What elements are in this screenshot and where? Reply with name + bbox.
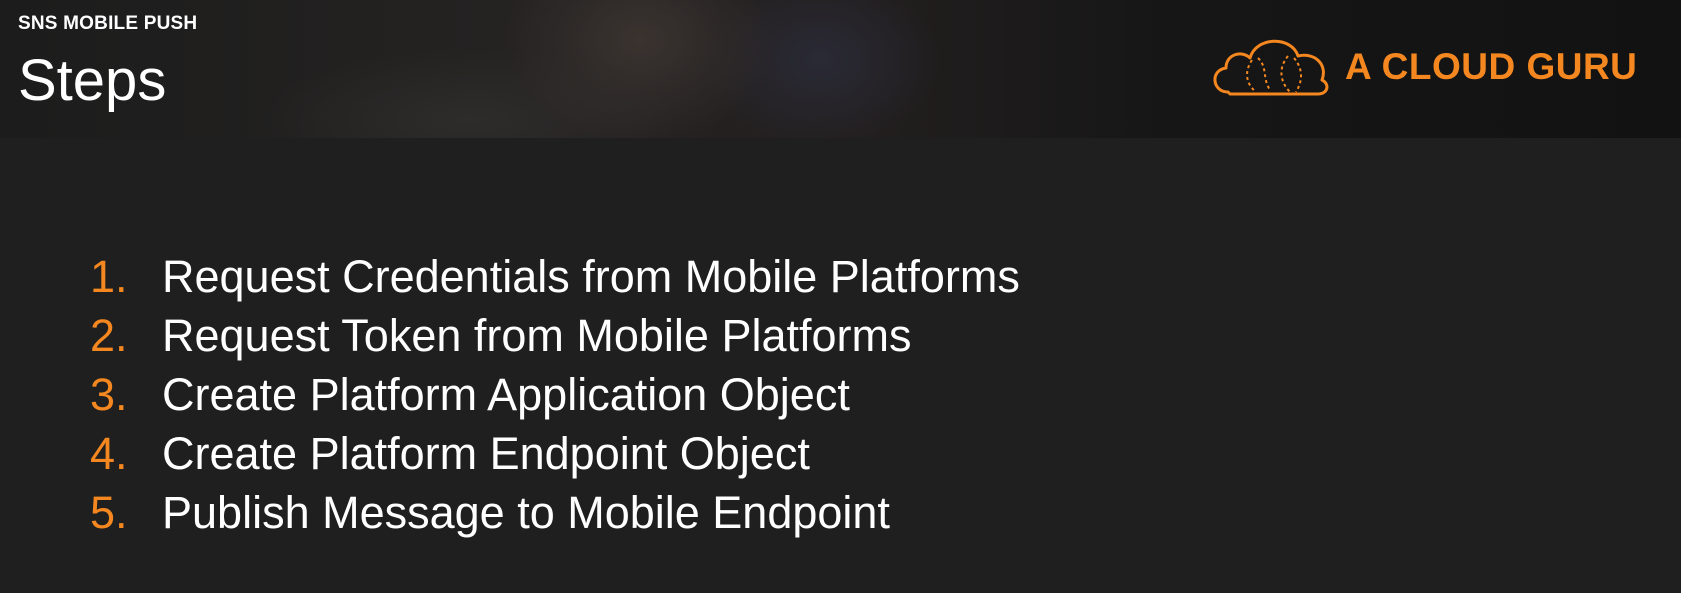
- step-text: Publish Message to Mobile Endpoint: [162, 486, 890, 538]
- step-text: Create Platform Endpoint Object: [162, 427, 810, 479]
- list-item: 4. Create Platform Endpoint Object: [90, 424, 1020, 483]
- list-item: 1. Request Credentials from Mobile Platf…: [90, 247, 1020, 306]
- brand-logo: A CLOUD GURU: [1206, 30, 1666, 106]
- slide-title: Steps: [18, 48, 167, 113]
- list-item: 2. Request Token from Mobile Platforms: [90, 306, 1020, 365]
- steps-list: 1. Request Credentials from Mobile Platf…: [90, 247, 1020, 542]
- slide: SNS MOBILE PUSH Steps A CLOUD GURU 1. Re…: [0, 0, 1681, 593]
- list-item: 5. Publish Message to Mobile Endpoint: [90, 483, 1020, 542]
- step-number: 3.: [90, 368, 128, 420]
- step-number: 2.: [90, 309, 128, 361]
- cloud-icon: [1213, 39, 1329, 96]
- header-banner: SNS MOBILE PUSH Steps A CLOUD GURU: [0, 0, 1681, 138]
- step-text: Request Credentials from Mobile Platform…: [162, 250, 1020, 302]
- step-text: Request Token from Mobile Platforms: [162, 309, 912, 361]
- brand-name: A CLOUD GURU: [1345, 46, 1638, 87]
- step-number: 5.: [90, 486, 128, 538]
- slide-subtitle: SNS MOBILE PUSH: [18, 13, 198, 34]
- step-number: 4.: [90, 427, 128, 479]
- step-number: 1.: [90, 250, 128, 302]
- step-text: Create Platform Application Object: [162, 368, 850, 420]
- list-item: 3. Create Platform Application Object: [90, 365, 1020, 424]
